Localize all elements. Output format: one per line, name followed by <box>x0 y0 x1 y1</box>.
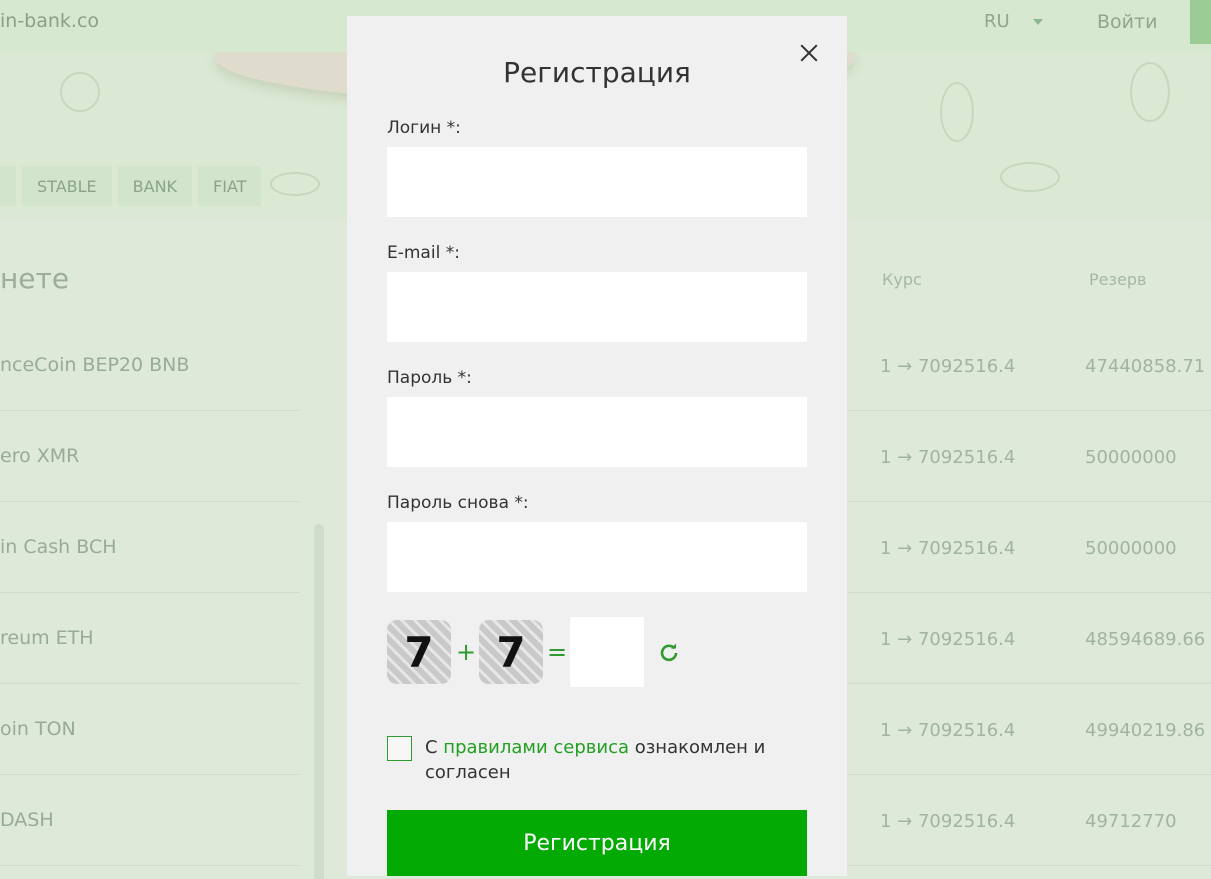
currency-item[interactable]: in Cash BCH <box>0 502 300 593</box>
filter-stable[interactable]: STABLE <box>22 166 112 206</box>
agree-prefix: С <box>425 737 444 758</box>
password-input[interactable] <box>387 397 807 467</box>
rate-value: 1 → 7092516.4 <box>880 811 1016 832</box>
language-selector[interactable]: RU <box>984 11 1010 32</box>
coin-doodle-icon <box>270 172 320 196</box>
register-button[interactable]: Регистрация <box>387 810 807 876</box>
login-link[interactable]: Войти <box>1097 11 1157 33</box>
agree-text: С правилами сервиса ознакомлен и согласе… <box>425 735 815 785</box>
reserve-value: 50000000 <box>1085 538 1177 559</box>
reserve-value: 50000000 <box>1085 447 1177 468</box>
filter-bank[interactable]: BANK <box>117 166 193 206</box>
rate-value: 1 → 7092516.4 <box>880 447 1016 468</box>
captcha-answer-input[interactable] <box>570 617 644 687</box>
captcha-image-b: 7 <box>479 620 543 684</box>
reserve-value: 48594689.66 <box>1085 629 1206 650</box>
rate-row[interactable]: 1 → 7092516.4 49712770 <box>847 775 1211 866</box>
chevron-down-icon[interactable] <box>1033 19 1043 25</box>
email-input[interactable] <box>387 272 807 342</box>
rate-row[interactable]: 1 → 7092516.4 50000000 <box>847 411 1211 502</box>
login-label: Логин *: <box>387 118 461 138</box>
register-button-edge[interactable] <box>1190 0 1211 44</box>
currency-filters: STABLE BANK FIAT <box>0 166 262 206</box>
currency-item[interactable]: reum ETH <box>0 593 300 684</box>
rate-value: 1 → 7092516.4 <box>880 538 1016 559</box>
give-column-title: нете <box>0 262 70 295</box>
captcha-digit-b: 7 <box>496 627 526 677</box>
modal-title: Регистрация <box>503 56 691 89</box>
filter-fiat[interactable]: FIAT <box>198 166 262 206</box>
email-label: E-mail *: <box>387 243 460 263</box>
password-label: Пароль *: <box>387 368 472 388</box>
registration-modal: Регистрация Логин *: E-mail *: Пароль *:… <box>347 16 847 876</box>
scrollbar[interactable] <box>314 524 324 879</box>
rates-list: 1 → 7092516.4 47440858.71 1 → 7092516.4 … <box>847 320 1211 866</box>
rate-value: 1 → 7092516.4 <box>880 629 1016 650</box>
currency-item[interactable]: DASH <box>0 775 300 866</box>
site-name[interactable]: in-bank.co <box>0 10 99 32</box>
rate-row[interactable]: 1 → 7092516.4 50000000 <box>847 502 1211 593</box>
currency-item[interactable]: nceCoin BEP20 BNB <box>0 320 300 411</box>
coin-doodle-icon <box>1000 162 1060 192</box>
coin-doodle-icon <box>1130 62 1170 122</box>
captcha-plus: + <box>456 638 477 666</box>
currency-item[interactable]: ero XMR <box>0 411 300 502</box>
captcha-image-a: 7 <box>387 620 451 684</box>
rate-value: 1 → 7092516.4 <box>880 356 1016 377</box>
coin-doodle-icon <box>940 82 974 142</box>
rules-link[interactable]: правилами сервиса <box>443 737 629 758</box>
password-repeat-label: Пароль снова *: <box>387 493 529 513</box>
rate-row[interactable]: 1 → 7092516.4 47440858.71 <box>847 320 1211 411</box>
give-currency-list: nceCoin BEP20 BNB ero XMR in Cash BCH re… <box>0 320 300 866</box>
rate-header: Курс <box>882 270 922 289</box>
filter-chip-partial[interactable] <box>0 166 16 206</box>
agree-checkbox[interactable] <box>387 736 412 761</box>
captcha-equals: = <box>547 638 568 666</box>
reserve-value: 49712770 <box>1085 811 1177 832</box>
reserve-value: 49940219.86 <box>1085 720 1206 741</box>
reserve-header: Резерв <box>1089 270 1147 289</box>
rate-row[interactable]: 1 → 7092516.4 49940219.86 <box>847 684 1211 775</box>
reserve-value: 47440858.71 <box>1085 356 1206 377</box>
currency-item[interactable]: oin TON <box>0 684 300 775</box>
rate-value: 1 → 7092516.4 <box>880 720 1016 741</box>
password-repeat-input[interactable] <box>387 522 807 592</box>
coin-doodle-icon <box>60 72 100 112</box>
refresh-icon[interactable] <box>659 642 679 662</box>
login-input[interactable] <box>387 147 807 217</box>
rate-row[interactable]: 1 → 7092516.4 48594689.66 <box>847 593 1211 684</box>
captcha-digit-a: 7 <box>404 627 434 677</box>
